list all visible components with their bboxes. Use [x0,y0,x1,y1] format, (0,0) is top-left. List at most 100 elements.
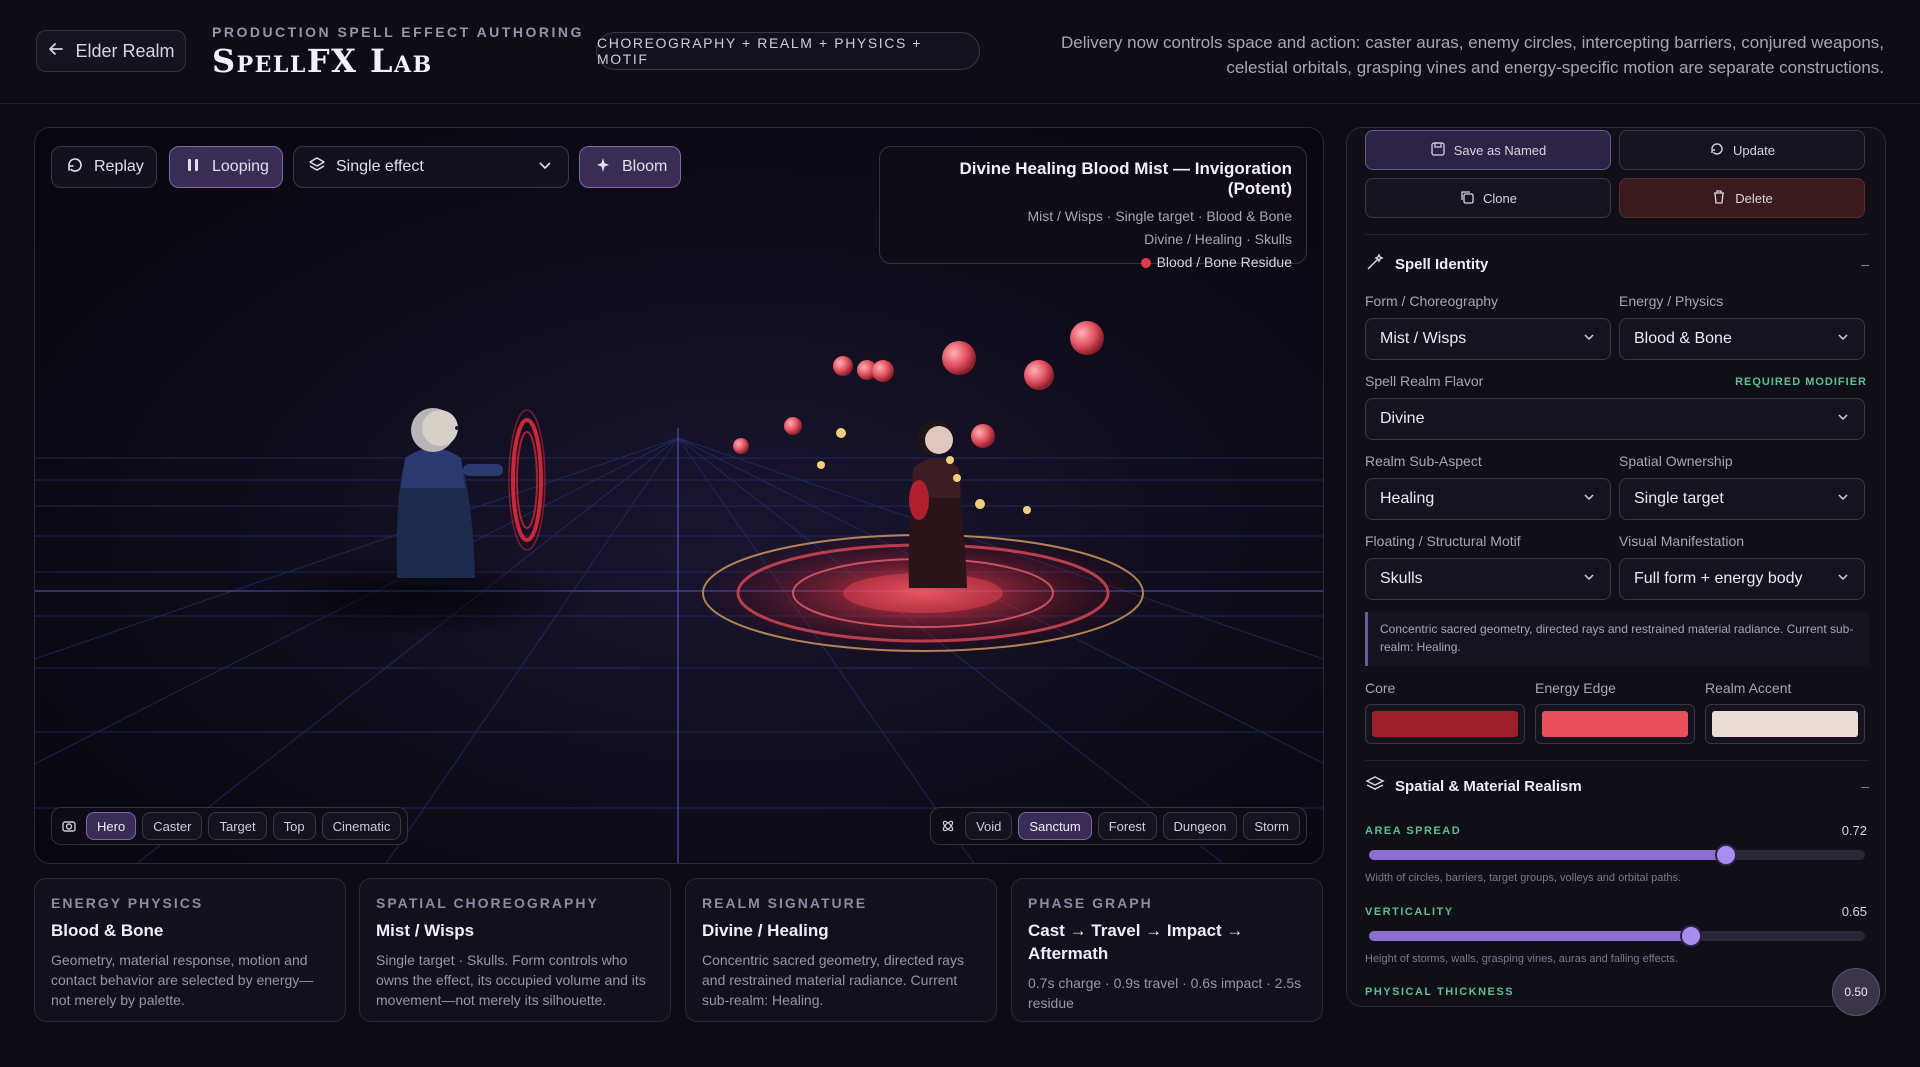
camera-target[interactable]: Target [208,812,267,840]
clone-button[interactable]: Clone [1365,178,1611,218]
energy-label: Energy / Physics [1619,293,1724,309]
card-title: Blood & Bone [51,921,164,940]
ownership-select[interactable]: Single target [1619,478,1865,520]
camera-top[interactable]: Top [272,812,316,840]
core-label: Core [1365,680,1396,696]
card-text: 0.7s charge · 0.9s travel · 0.6s impact … [1028,975,1302,1011]
edge-color-picker[interactable] [1535,704,1695,744]
env-sanctum[interactable]: Sanctum [1018,812,1092,840]
env-storm[interactable]: Storm [1243,812,1300,840]
env-void[interactable]: Void [965,812,1013,840]
chevron-down-icon [1836,330,1850,349]
thickness-label: PHYSICAL THICKNESS [1365,986,1515,998]
update-label: Update [1733,142,1775,158]
slider-thumb[interactable] [1680,925,1703,947]
realm-select[interactable]: Divine [1365,398,1865,440]
effect-mode-value: Single effect [336,158,424,175]
select-value: Skulls [1380,570,1423,587]
refresh-icon [66,156,84,179]
divider [1365,234,1869,235]
back-button[interactable]: Elder Realm [36,30,186,72]
sparkle-icon [594,156,612,179]
verticality-label: VERTICALITY [1365,906,1454,918]
form-select[interactable]: Mist / Wisps [1365,318,1611,360]
save-as-named-button[interactable]: Save as Named [1365,130,1611,170]
camera-caster[interactable]: Caster [142,812,203,840]
chevron-down-icon [1836,410,1850,429]
spatial-choreography-card: SPATIAL CHOREOGRAPHY Mist / Wisps Single… [359,878,671,1022]
pause-icon [184,156,202,179]
edge-label: Energy Edge [1535,680,1616,696]
residue-label: Blood / Bone Residue [1156,254,1292,270]
realm-label: Spell Realm Flavor [1365,373,1484,389]
update-button[interactable]: Update [1619,130,1865,170]
collapse-icon[interactable]: – [1861,256,1869,272]
env-dungeon[interactable]: Dungeon [1162,812,1238,840]
replay-button[interactable]: Replay [51,146,157,188]
slider-thumb[interactable] [1715,844,1738,866]
save-icon [1430,141,1446,160]
slider-fill [1369,931,1692,941]
chevron-down-icon [1836,570,1850,589]
section-title: Spell Identity [1395,255,1489,273]
trash-icon [1711,189,1727,208]
card-label: REALM SIGNATURE [702,895,868,911]
target-figure [908,420,967,588]
edge-swatch [1542,711,1688,737]
header-description: Delivery now controls space and action: … [1060,33,1884,77]
manifest-label: Visual Manifestation [1619,533,1745,549]
phase-graph-card: PHASE GRAPH Cast → Travel → Impact → Aft… [1011,878,1323,1022]
core-color-picker[interactable] [1365,704,1525,744]
layers-icon [1365,774,1385,799]
accent-label: Realm Accent [1705,680,1792,696]
select-value: Divine [1380,410,1425,427]
clone-label: Clone [1483,190,1517,206]
energy-physics-card: ENERGY PHYSICS Blood & Bone Geometry, ma… [34,878,346,1022]
floor-grid [35,437,1323,863]
copy-icon [1459,189,1475,208]
select-value: Blood & Bone [1634,330,1732,347]
area-spread-label: AREA SPREAD [1365,825,1462,837]
layers-icon [308,156,326,179]
chevron-down-icon [1582,490,1596,509]
subaspect-select[interactable]: Healing [1365,478,1611,520]
slider-fill [1369,850,1727,860]
delete-label: Delete [1735,190,1773,206]
effect-mode-select[interactable]: Single effect [293,146,569,188]
ownership-label: Spatial Ownership [1619,453,1733,469]
camera-hero[interactable]: Hero [86,812,137,840]
looping-toggle[interactable]: Looping [169,146,283,188]
spell-identity-header[interactable]: Spell Identity – [1365,249,1869,279]
thickness-value-badge[interactable]: 0.50 [1832,968,1880,1016]
camera-cinematic[interactable]: Cinematic [321,812,402,840]
required-badge: REQUIRED MODIFIER [1735,376,1867,388]
residue-dot-icon [1140,257,1151,268]
wand-icon [1365,252,1385,277]
spell-meta-line1: Mist / Wisps · Single target · Blood & B… [1027,208,1292,224]
card-label: ENERGY PHYSICS [51,895,204,911]
select-value: Healing [1380,490,1435,507]
delete-button[interactable]: Delete [1619,178,1865,218]
env-forest[interactable]: Forest [1097,812,1157,840]
select-value: Single target [1634,490,1724,507]
collapse-icon[interactable]: – [1861,778,1869,794]
verticality-slider[interactable] [1369,925,1865,947]
atom-icon [937,818,959,834]
energy-select[interactable]: Blood & Bone [1619,318,1865,360]
spell-editor-panel: Save as Named Update Clone Delete Spell … [1346,127,1886,1007]
motif-select[interactable]: Skulls [1365,558,1611,600]
card-text: Concentric sacred geometry, directed ray… [702,952,964,1008]
spell-preview-viewport[interactable]: Replay Looping Single effect Bloom Divin… [34,127,1324,864]
refresh-icon [1709,141,1725,160]
bloom-toggle[interactable]: Bloom [579,146,681,188]
residue-line: Blood / Bone Residue [894,251,1292,274]
select-value: Full form + energy body [1634,570,1803,587]
area-spread-slider[interactable] [1369,844,1865,866]
caster-figure [395,408,503,586]
motif-label: Floating / Structural Motif [1365,533,1521,549]
manifest-select[interactable]: Full form + energy body [1619,558,1865,600]
verticality-value: 0.65 [1841,904,1867,919]
realism-header[interactable]: Spatial & Material Realism – [1365,771,1869,801]
card-text: Geometry, material response, motion and … [51,952,314,1008]
accent-color-picker[interactable] [1705,704,1865,744]
